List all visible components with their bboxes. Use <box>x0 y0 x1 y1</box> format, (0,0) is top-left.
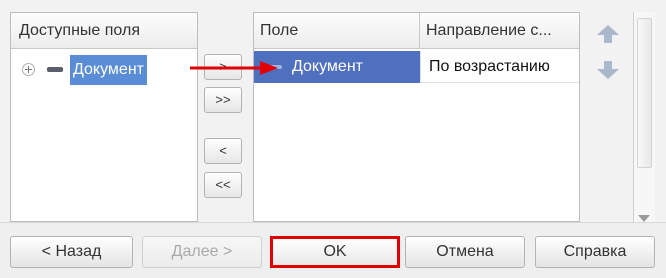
remove-field-button[interactable]: < <box>204 138 242 164</box>
scrollbar-thumb[interactable] <box>637 18 652 168</box>
back-button[interactable]: < Назад <box>10 236 133 268</box>
available-fields-panel: Доступные поля Документ <box>10 12 198 222</box>
column-header-direction[interactable]: Направление с... <box>420 13 579 49</box>
help-button[interactable]: Справка <box>535 236 655 268</box>
sort-fields-table: Поле Направление с... Документ По возрас… <box>253 12 580 222</box>
row-field-label: Документ <box>292 58 363 75</box>
scroll-down-icon[interactable] <box>638 215 650 222</box>
expand-icon[interactable] <box>22 63 35 76</box>
annotation-arrow-icon <box>190 61 278 75</box>
table-row-direction-cell[interactable]: По возрастанию <box>420 51 579 83</box>
next-button[interactable]: Далее > <box>142 236 262 268</box>
column-header-field[interactable]: Поле <box>254 13 420 49</box>
available-fields-header: Доступные поля <box>11 13 197 49</box>
add-all-fields-button[interactable]: >> <box>204 87 242 113</box>
dialog-button-bar: < Назад Далее > OK Отмена Справка <box>0 222 666 278</box>
remove-all-fields-button[interactable]: << <box>204 172 242 198</box>
cancel-button[interactable]: Отмена <box>405 236 525 268</box>
ok-button[interactable]: OK <box>270 236 400 268</box>
tree-item-document[interactable]: Документ <box>11 55 197 85</box>
move-down-icon[interactable] <box>596 60 620 80</box>
move-up-icon[interactable] <box>596 24 620 44</box>
document-field-icon <box>47 67 63 72</box>
tree-item-label[interactable]: Документ <box>70 55 147 85</box>
vertical-scrollbar[interactable] <box>633 12 655 230</box>
